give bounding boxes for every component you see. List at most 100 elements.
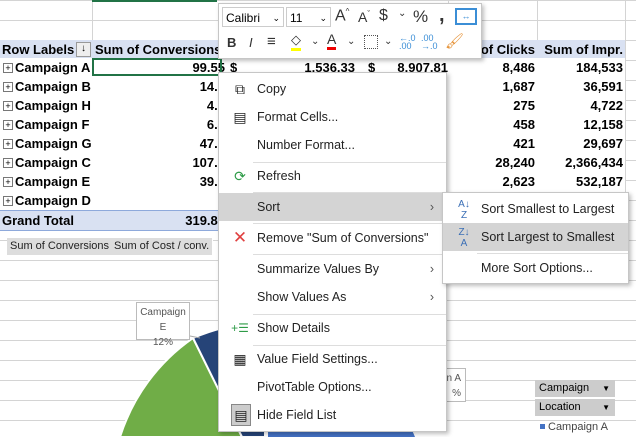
row-label[interactable]: + Campaign H [0,96,91,115]
label-name: Campaign E [140,307,186,333]
expand-icon[interactable]: + [3,63,13,73]
expand-icon[interactable]: + [3,82,13,92]
chevron-down-icon[interactable]: ⌄ [347,36,355,47]
remove-x-icon: ✕ [232,228,248,247]
sort-largest-to-smallest[interactable]: Z↓ A Sort Largest to Smallest [443,223,628,251]
conversions-cell[interactable]: 47.0 [92,134,225,153]
impr-cell[interactable]: 532,187 [537,172,623,191]
field-list-icon: ▤ [231,404,251,426]
increase-font-icon[interactable]: A^ [335,7,349,25]
expand-icon[interactable]: + [3,101,13,111]
menu-label: Hide Field List [257,408,337,422]
expand-icon[interactable]: + [3,196,13,206]
impr-cell[interactable]: 184,533 [537,58,623,77]
field-button-conversions[interactable]: Sum of Conversions [7,238,114,255]
clicks-cell[interactable]: 1,687 [448,77,535,96]
row-label[interactable]: + Campaign D [0,191,91,210]
campaign-name: Campaign B [15,79,91,94]
row-label[interactable]: + Campaign B [0,77,91,96]
impr-cell[interactable]: 29,697 [537,134,623,153]
font-color-icon[interactable]: A [327,32,337,50]
clicks-cell[interactable]: 8,486 [448,58,535,77]
menu-label: Copy [257,82,287,96]
font-name: Calibri [226,11,261,25]
impr-cell[interactable]: 2,366,434 [537,153,623,172]
refresh-icon: ⟳ [234,168,246,184]
menu-item-refresh[interactable]: ⟳ Refresh [219,162,446,190]
impr-cell[interactable]: 12,158 [537,115,623,134]
location-filter-button[interactable]: Location ▼ [535,399,615,416]
grand-total-conversions[interactable]: 319.85 [92,211,225,230]
more-sort-options[interactable]: More Sort Options... [443,254,628,282]
borders-icon[interactable] [364,35,378,49]
chevron-down-icon[interactable]: ⌄ [384,36,392,47]
menu-item-show-values-as[interactable]: Show Values As › [219,283,446,311]
clicks-cell[interactable]: 2,623 [448,172,535,191]
menu-item-show-details[interactable]: +☰ Show Details [219,314,446,342]
bold-icon[interactable]: B [227,35,236,50]
row-label[interactable]: + Campaign A [0,58,90,77]
campaign-name: Campaign E [15,174,91,189]
menu-item-sort[interactable]: Sort › [219,193,446,221]
menu-label: Remove "Sum of Conversions" [257,231,429,245]
conversions-cell[interactable]: 39.1 [92,172,225,191]
row-label[interactable]: + Campaign C [0,153,91,172]
clicks-cell[interactable]: 421 [448,134,535,153]
menu-item-hide-field-list[interactable]: ▤ Hide Field List [219,401,446,429]
sort-smallest-to-largest[interactable]: A↓ Z Sort Smallest to Largest [443,195,628,223]
italic-icon[interactable]: I [249,35,253,50]
chevron-down-icon[interactable]: ⌄ [398,8,406,19]
menu-label: Summarize Values By [257,262,380,276]
campaign-name: Campaign G [15,136,92,151]
conversions-cell[interactable]: 0 [92,191,225,210]
data-label-campaign-e[interactable]: Campaign E 12% [136,302,190,348]
menu-item-pivottable-options[interactable]: PivotTable Options... [219,373,446,401]
conversions-header[interactable]: Sum of Conversions [95,40,221,59]
center-align-icon[interactable]: ≡ [267,33,276,50]
menu-item-value-field-settings[interactable]: ▦ Value Field Settings... [219,345,446,373]
row-label[interactable]: + Campaign F [0,115,89,134]
row-label[interactable]: + Campaign G [0,134,92,153]
clicks-cell[interactable]: 28,240 [448,153,535,172]
comma-style-icon[interactable]: , [439,4,445,27]
impr-cell[interactable]: 4,722 [537,96,623,115]
value-field-settings-icon: ▦ [233,351,247,367]
expand-icon[interactable]: + [3,177,13,187]
menu-item-number-format[interactable]: Number Format... [219,131,446,159]
conversions-cell[interactable]: 107.8 [92,153,225,172]
clicks-cell[interactable]: 275 [448,96,535,115]
menu-item-copy[interactable]: ⧉ Copy [219,75,446,103]
column-selection-indicator [92,0,217,2]
impr-header[interactable]: Sum of Impr. [537,40,623,59]
increase-decimal-icon[interactable]: ←.0.00 [399,34,416,51]
field-button-cost-per-conv[interactable]: Sum of Cost / conv. [111,238,214,255]
fill-color-icon[interactable]: ◇ [291,32,301,51]
filter-sort-dropdown-icon[interactable]: ↓ [76,42,91,57]
expand-icon[interactable]: + [3,139,13,149]
decrease-decimal-icon[interactable]: .00 →.0 [421,34,438,51]
chevron-down-icon[interactable]: ⌄ [311,36,319,47]
conversions-cell[interactable]: 14.8 [92,77,225,96]
expand-icon[interactable]: + [3,158,13,168]
conversions-cell[interactable]: 4.0 [92,96,225,115]
impr-cell[interactable]: 36,591 [537,77,623,96]
grand-total-label: Grand Total [2,213,74,228]
row-label[interactable]: + Campaign E [0,172,90,191]
menu-item-summarize-values-by[interactable]: Summarize Values By › [219,255,446,283]
clicks-cell[interactable]: 458 [448,115,535,134]
chevron-right-icon: › [429,290,434,304]
conversions-cell[interactable]: 6.4 [92,115,225,134]
font-name-dropdown[interactable]: Calibri ⌄ [222,7,284,27]
campaign-filter-button[interactable]: Campaign ▼ [535,380,615,397]
campaign-name: Campaign F [15,117,90,132]
font-size-dropdown[interactable]: 11 ⌄ [286,7,331,27]
expand-icon[interactable]: + [3,120,13,130]
currency-format-icon[interactable]: $ [379,7,388,25]
menu-item-format-cells[interactable]: ▤ Format Cells... [219,103,446,131]
format-painter-icon[interactable]: 🖌 [445,32,464,50]
decrease-font-icon[interactable]: Aˇ [358,9,370,25]
menu-item-remove-field[interactable]: ✕ Remove "Sum of Conversions" [219,224,446,252]
chevron-right-icon: › [429,262,434,276]
merge-center-icon[interactable]: ↔ [455,8,477,25]
percent-style-icon[interactable]: % [413,7,428,27]
